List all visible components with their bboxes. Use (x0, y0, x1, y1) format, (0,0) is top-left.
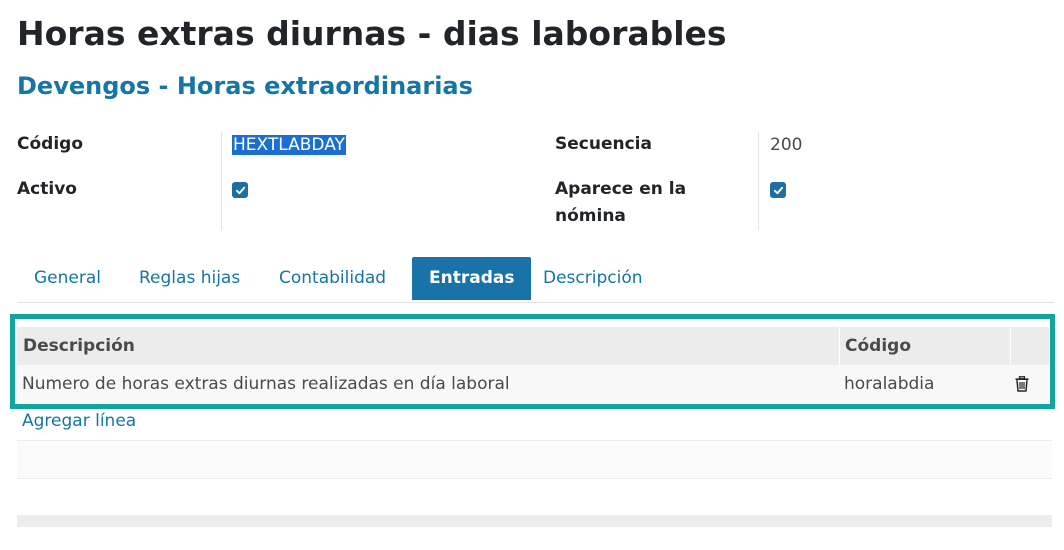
tab-general[interactable]: General (17, 257, 118, 300)
tab-contabilidad[interactable]: Contabilidad (262, 257, 403, 300)
table-footer (17, 515, 1052, 527)
highlight-box (10, 314, 1055, 409)
field-divider (221, 132, 222, 230)
check-icon (773, 186, 783, 194)
page-title: Horas extras diurnas - dias laborables (17, 14, 727, 53)
activo-label: Activo (17, 179, 77, 199)
empty-row (17, 440, 1052, 478)
empty-row (17, 478, 1052, 516)
secuencia-label: Secuencia (555, 134, 652, 154)
check-icon (235, 186, 245, 194)
tab-bar: General Reglas hijas Contabilidad Entrad… (17, 257, 1054, 303)
tab-entradas[interactable]: Entradas (412, 257, 532, 300)
field-divider (758, 132, 759, 230)
aparece-label: Aparece en la nómina (555, 176, 686, 230)
codigo-value: HEXTLABDAY (232, 135, 346, 155)
aparece-checkbox[interactable] (770, 182, 786, 198)
page-subtitle: Devengos - Horas extraordinarias (17, 72, 473, 100)
secuencia-field[interactable]: 200 (770, 134, 802, 156)
aparece-label-line2: nómina (555, 206, 626, 226)
tab-reglas-hijas[interactable]: Reglas hijas (122, 257, 257, 300)
activo-checkbox[interactable] (232, 182, 248, 198)
add-line-link[interactable]: Agregar línea (22, 411, 136, 431)
codigo-field[interactable]: HEXTLABDAY (232, 134, 346, 156)
aparece-label-line1: Aparece en la (555, 179, 687, 199)
tab-descripcion[interactable]: Descripción (526, 257, 660, 300)
codigo-label: Código (17, 134, 83, 154)
